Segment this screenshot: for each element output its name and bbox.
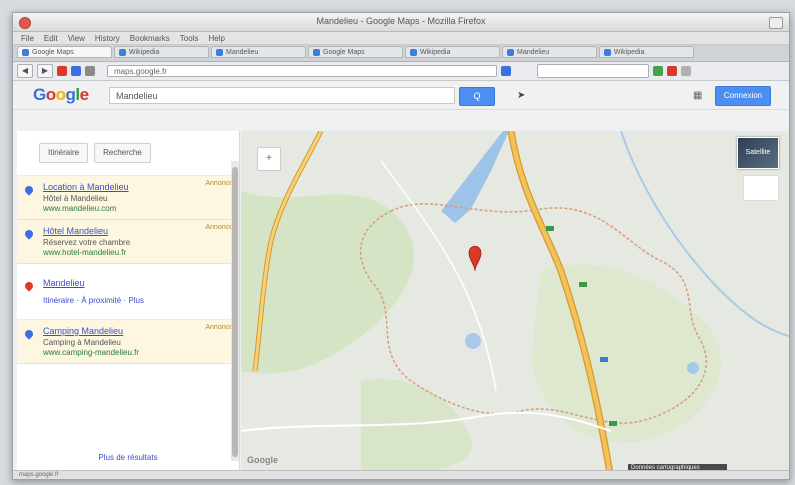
result-title[interactable]: Hôtel Mandelieu <box>43 226 231 236</box>
forward-button[interactable]: ▶ <box>37 64 53 78</box>
extension-icon[interactable] <box>71 66 81 76</box>
list-item[interactable]: Mandelieu Itinéraire · À proximité · Plu… <box>17 264 239 320</box>
tab-1[interactable]: Wikipedia <box>114 46 209 58</box>
marker-icon <box>23 280 35 292</box>
extension-icon[interactable] <box>85 66 95 76</box>
page-content: Itinéraire Recherche Annonce Location à … <box>13 131 789 479</box>
result-link[interactable]: www.hotel-mandelieu.fr <box>43 248 231 257</box>
highway-shield <box>579 282 587 287</box>
google-header: Google Mandelieu Q ➤ ▦ Connexion <box>13 81 789 110</box>
menu-bar: File Edit View History Bookmarks Tools H… <box>13 32 789 45</box>
list-item[interactable]: Annonce Location à Mandelieu Hôtel à Man… <box>17 176 239 220</box>
extension-icon[interactable] <box>667 66 677 76</box>
result-link[interactable]: www.camping-mandelieu.fr <box>43 348 231 357</box>
result-line: Réservez votre chambre <box>43 238 131 247</box>
panel-scrollbar[interactable] <box>231 161 239 461</box>
tab-favicon-icon <box>604 48 611 56</box>
tab-favicon-icon <box>507 48 514 56</box>
result-line: Hôtel à Mandelieu <box>43 194 108 203</box>
zoom-control[interactable] <box>743 175 779 201</box>
tab-favicon-icon <box>313 48 320 56</box>
maps-search-input[interactable]: Mandelieu <box>109 87 455 104</box>
ad-label: Annonce <box>205 224 233 231</box>
browser-search-input[interactable] <box>537 64 649 78</box>
marker-icon <box>23 328 35 340</box>
menu-history[interactable]: History <box>95 34 120 43</box>
satellite-toggle[interactable]: Satellite <box>737 137 779 169</box>
map-zoom-control[interactable]: + <box>257 147 281 171</box>
menu-help[interactable]: Help <box>208 34 224 43</box>
tab-label: Mandelieu <box>226 48 259 56</box>
bookmark-icon[interactable] <box>501 66 511 76</box>
nav-toolbar: ◀ ▶ maps.google.fr <box>13 62 789 81</box>
list-item[interactable]: Annonce Camping Mandelieu Camping à Mand… <box>17 320 239 364</box>
extension-icon[interactable] <box>653 66 663 76</box>
ad-label: Annonce <box>205 324 233 331</box>
tab-6[interactable]: Wikipedia <box>599 46 694 58</box>
marker-icon <box>23 184 35 196</box>
highway-shield <box>609 421 617 426</box>
search-button[interactable]: Q <box>459 87 495 106</box>
scrollbar-thumb[interactable] <box>232 167 238 457</box>
tab-label: Mandelieu <box>517 48 550 56</box>
window-title: Mandelieu - Google Maps - Mozilla Firefo… <box>316 16 486 26</box>
menu-view[interactable]: View <box>68 34 85 43</box>
tab-0[interactable]: Google Maps <box>17 46 112 58</box>
highway-shield <box>600 357 608 362</box>
tab-favicon-icon <box>216 48 223 56</box>
menu-file[interactable]: File <box>21 34 34 43</box>
signin-button[interactable]: Connexion <box>715 86 771 106</box>
tab-label: Wikipedia <box>129 48 160 56</box>
results-panel: Itinéraire Recherche Annonce Location à … <box>17 131 240 479</box>
menu-edit[interactable]: Edit <box>44 34 58 43</box>
result-line: Camping à Mandelieu <box>43 338 121 347</box>
back-button[interactable]: ◀ <box>17 64 33 78</box>
tab-favicon-icon <box>410 48 417 56</box>
tab-4[interactable]: Wikipedia <box>405 46 500 58</box>
ad-label: Annonce <box>205 180 233 187</box>
status-bar: maps.google.fr <box>13 470 789 479</box>
tab-label: Wikipedia <box>614 48 645 56</box>
list-item[interactable]: Annonce Hôtel Mandelieu Réservez votre c… <box>17 220 239 264</box>
menu-tools[interactable]: Tools <box>180 34 199 43</box>
title-bar: Mandelieu - Google Maps - Mozilla Firefo… <box>13 13 789 32</box>
map-graphics <box>241 131 789 479</box>
tab-label: Google Maps <box>32 48 74 56</box>
result-title[interactable]: Mandelieu <box>43 278 231 288</box>
lake <box>687 362 699 374</box>
more-results-link[interactable]: Plus de résultats <box>17 453 239 462</box>
directions-button[interactable]: Itinéraire <box>39 143 89 163</box>
tab-5[interactable]: Mandelieu <box>502 46 597 58</box>
tab-bar: Google Maps Wikipedia Mandelieu Google M… <box>13 45 789 62</box>
tab-favicon-icon <box>22 48 29 56</box>
tab-favicon-icon <box>119 48 126 56</box>
lake <box>465 333 481 349</box>
extension-icon[interactable] <box>57 66 67 76</box>
tab-2[interactable]: Mandelieu <box>211 46 306 58</box>
browser-window: Mandelieu - Google Maps - Mozilla Firefo… <box>12 12 790 480</box>
mouse-cursor-icon: ➤ <box>517 90 526 101</box>
google-logo[interactable]: Google <box>33 85 89 105</box>
highway-shield <box>546 226 554 231</box>
result-title[interactable]: Camping Mandelieu <box>43 326 231 336</box>
menu-bookmarks[interactable]: Bookmarks <box>130 34 170 43</box>
tab-label: Wikipedia <box>420 48 451 56</box>
tab-3[interactable]: Google Maps <box>308 46 403 58</box>
marker-icon <box>23 228 35 240</box>
result-title[interactable]: Location à Mandelieu <box>43 182 231 192</box>
result-actions[interactable]: Itinéraire · À proximité · Plus <box>43 296 231 305</box>
search-nearby-button[interactable]: Recherche <box>94 143 151 163</box>
map-canvas[interactable]: + Satellite Google Données cartographiqu… <box>241 131 789 479</box>
tab-label: Google Maps <box>323 48 365 56</box>
apps-grid-icon[interactable]: ▦ <box>693 90 702 101</box>
url-bar[interactable]: maps.google.fr <box>107 65 497 77</box>
resize-window-button[interactable] <box>769 17 783 29</box>
result-link[interactable]: www.mandelieu.com <box>43 204 231 213</box>
panel-header: Itinéraire Recherche <box>17 131 239 176</box>
menu-icon[interactable] <box>681 66 691 76</box>
google-map-logo: Google <box>247 455 278 465</box>
